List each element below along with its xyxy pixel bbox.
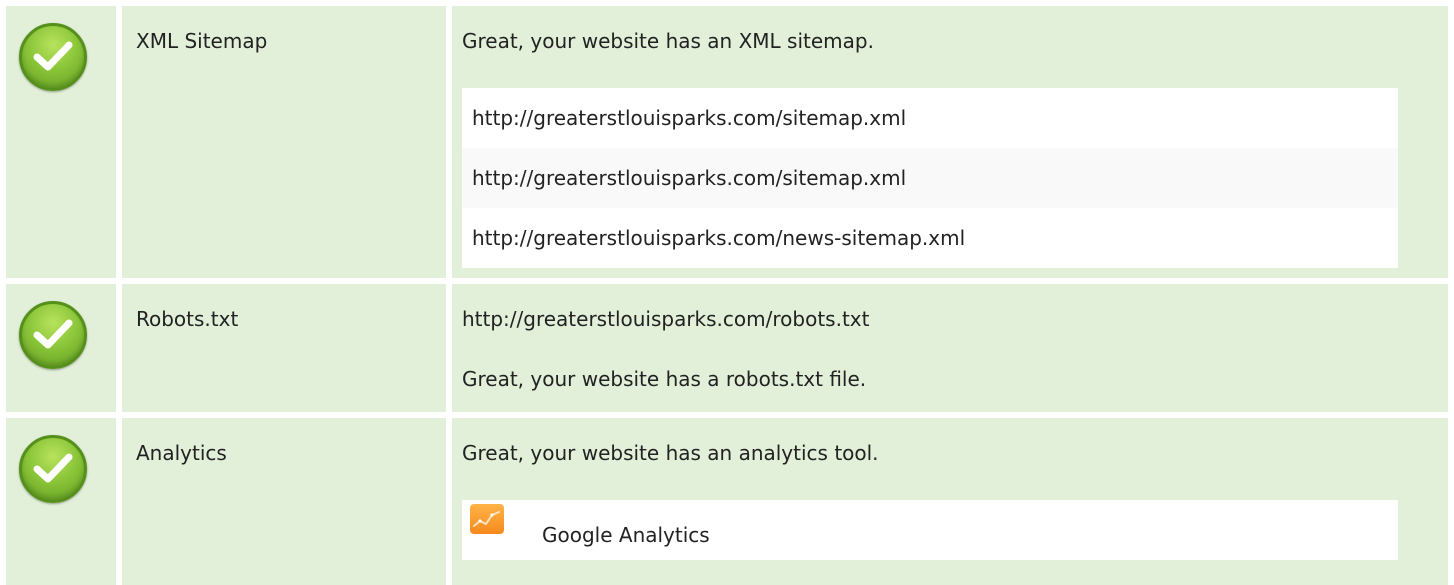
check-label-cell: XML Sitemap xyxy=(122,6,446,278)
check-icon xyxy=(19,23,87,91)
report-row-xml-sitemap: XML Sitemap Great, your website has an X… xyxy=(6,6,1448,278)
result-message: Great, your website has an analytics too… xyxy=(462,441,879,465)
check-icon xyxy=(19,301,87,369)
status-cell xyxy=(6,6,116,278)
analytics-tool-name: Google Analytics xyxy=(542,523,710,547)
check-label-cell: Robots.txt xyxy=(122,284,446,412)
report-row-robots-txt: Robots.txt http://greaterstlouisparks.co… xyxy=(6,284,1448,412)
sitemap-list: http://greaterstlouisparks.com/sitemap.x… xyxy=(462,88,1398,268)
result-message: Great, your website has a robots.txt fil… xyxy=(462,367,867,391)
check-label-cell: Analytics xyxy=(122,418,446,585)
status-cell xyxy=(6,284,116,412)
robots-url[interactable]: http://greaterstlouisparks.com/robots.tx… xyxy=(462,306,869,332)
result-message: Great, your website has an XML sitemap. xyxy=(462,29,874,53)
check-label: XML Sitemap xyxy=(136,29,268,53)
check-label: Analytics xyxy=(136,441,227,465)
google-analytics-icon xyxy=(470,504,504,534)
sitemap-url[interactable]: http://greaterstlouisparks.com/sitemap.x… xyxy=(462,88,1398,148)
check-result-cell: Great, your website has an analytics too… xyxy=(452,418,1448,585)
sitemap-url[interactable]: http://greaterstlouisparks.com/sitemap.x… xyxy=(462,148,1398,208)
status-cell xyxy=(6,418,116,585)
report-row-analytics: Analytics Great, your website has an ana… xyxy=(6,418,1448,585)
check-icon xyxy=(19,435,87,503)
check-result-cell: http://greaterstlouisparks.com/robots.tx… xyxy=(452,284,1448,412)
check-result-cell: Great, your website has an XML sitemap. … xyxy=(452,6,1448,278)
check-label: Robots.txt xyxy=(136,307,239,331)
seo-report: XML Sitemap Great, your website has an X… xyxy=(0,0,1454,585)
analytics-tool-item: Google Analytics xyxy=(462,500,1398,560)
sitemap-url[interactable]: http://greaterstlouisparks.com/news-site… xyxy=(462,208,1398,268)
